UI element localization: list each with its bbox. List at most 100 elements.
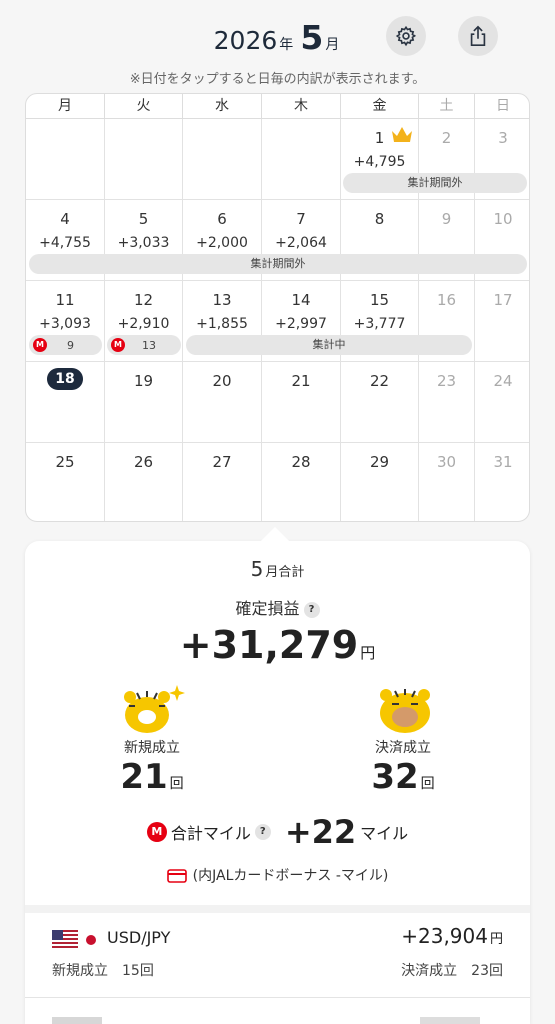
day-number: 12 (133, 291, 154, 309)
section-divider (25, 905, 530, 913)
pair-settle-value: 23回 (471, 963, 503, 979)
calendar-day-31[interactable]: 31 (475, 443, 529, 521)
gear-icon (395, 25, 417, 47)
daily-profit: +2,000 (196, 235, 248, 251)
calendar-day-21[interactable]: 21 (262, 362, 341, 443)
tiger-mascot-icon (124, 685, 185, 733)
tap-hint: ※日付をタップすると日毎の内訳が表示されます。 (129, 72, 426, 87)
summary-month: 5 月合計 (25, 557, 530, 581)
share-button[interactable] (458, 16, 498, 56)
settled-orders-value: 32 回 (343, 757, 463, 797)
day-number: 28 (291, 453, 311, 471)
day-number: 8 (374, 210, 385, 228)
weekday-mon: 月 (26, 94, 105, 119)
day-number: 31 (493, 453, 513, 471)
daily-profit: +2,997 (275, 316, 327, 332)
day-number: 2 (441, 129, 452, 147)
calendar-day-26[interactable]: 26 (105, 443, 183, 521)
realized-pl-amount: +31,279 (179, 623, 359, 667)
us-flag-icon (52, 930, 78, 948)
pair-new-orders: 新規成立 15回 (52, 960, 154, 980)
calendar-day-24[interactable]: 24 (475, 362, 529, 443)
calendar: 月 火 水 木 金 土 日 1 +4,795 2 3 4 +4,755 5 +3,033 6 +2… (25, 93, 530, 522)
day-number: 20 (212, 372, 232, 390)
new-orders-value: 21 回 (92, 757, 212, 797)
jal-card-bonus: (内JALカードボーナス -マイル) (25, 865, 530, 885)
day-number: 17 (493, 291, 513, 309)
miles-unit: マイル (360, 824, 409, 843)
weekday-fri: 金 (341, 94, 419, 119)
calendar-day-19[interactable]: 19 (105, 362, 183, 443)
calendar-day-22[interactable]: 22 (341, 362, 419, 443)
pair-name: USD/JPY (107, 928, 171, 947)
month: 5 (300, 18, 324, 57)
weekday-sat: 土 (419, 94, 475, 119)
day-number: 15 (369, 291, 390, 309)
header: 2026 年 5月 ※日付をタップすると日毎の内訳が表示されます。 (0, 0, 555, 92)
settled-orders-count: 32 (371, 757, 419, 797)
pair-profit: +23,904 円 (401, 924, 503, 948)
calendar-day-27[interactable]: 27 (183, 443, 262, 521)
total-miles: M 合計マイル? +22 マイル (25, 813, 530, 851)
weekday-tue: 火 (105, 94, 183, 119)
currency-pair-row[interactable]: USD/JPY +23,904 円 新規成立 15回 決済成立 23回 (25, 913, 530, 997)
jp-flag-icon (86, 935, 96, 945)
out-of-period-band: 集計期間外 (343, 173, 527, 193)
next-pair-flag-icon (52, 1017, 102, 1024)
calendar-day-18[interactable]: 18 (26, 362, 105, 443)
crown-icon (392, 127, 412, 142)
mile-chip[interactable]: M 9 (29, 335, 102, 355)
day-number: 16 (436, 291, 457, 309)
jal-mile-icon: M (33, 338, 47, 352)
calendar-day-23[interactable]: 23 (419, 362, 475, 443)
settings-button[interactable] (386, 16, 426, 56)
mile-chip[interactable]: M 13 (107, 335, 181, 355)
day-number: 25 (55, 453, 75, 471)
daily-profit: +2,064 (275, 235, 327, 251)
year: 2026 (213, 26, 278, 55)
new-orders-label: 新規成立 (124, 740, 180, 756)
summary-month-number: 5 (250, 557, 264, 581)
month-unit: 月 (325, 37, 340, 53)
day-number: 18 (26, 368, 104, 390)
day-number: 19 (133, 372, 154, 390)
yen-unit: 円 (489, 932, 503, 947)
day-number: 24 (493, 372, 513, 390)
day-number: 7 (296, 210, 306, 228)
day-number: 26 (133, 453, 154, 471)
day-number: 6 (217, 210, 227, 228)
day-number: 4 (60, 210, 70, 228)
calendar-empty-cell (105, 119, 183, 200)
day-number: 14 (291, 291, 311, 309)
day-number: 22 (369, 372, 390, 390)
total-miles-label: 合計マイル (170, 824, 251, 843)
month-summary: 5 月合計 確定損益? +31,279 円 新規成立 21 回 決済成立 32 回 M合… (25, 526, 530, 1024)
calendar-day-30[interactable]: 30 (419, 443, 475, 521)
day-number: 11 (55, 291, 75, 309)
row-divider (25, 997, 530, 998)
jal-card-bonus-text: (内JALカードボーナス -マイル) (192, 868, 389, 884)
calendar-day-29[interactable]: 29 (341, 443, 419, 521)
pair-new-label: 新規成立 (52, 963, 108, 979)
help-icon[interactable]: ? (254, 824, 271, 840)
day-number: 21 (291, 372, 311, 390)
calendar-day-20[interactable]: 20 (183, 362, 262, 443)
daily-profit: +3,033 (117, 235, 170, 251)
jal-mile-icon: M (146, 822, 167, 842)
calendar-empty-cell (183, 119, 262, 200)
help-icon[interactable]: ? (303, 601, 320, 618)
count-unit: 回 (169, 776, 184, 792)
summary-pointer (260, 526, 290, 556)
realized-pl-value: +31,279 円 (25, 623, 530, 667)
total-miles-value: +22 (284, 813, 357, 851)
daily-profit: +4,795 (353, 154, 406, 170)
day-number: 27 (212, 453, 232, 471)
calendar-day-28[interactable]: 28 (262, 443, 341, 521)
day-number: 30 (436, 453, 457, 471)
calendar-day-25[interactable]: 25 (26, 443, 105, 521)
calendar-day-17[interactable]: 17 (475, 281, 529, 362)
pair-profit-amount: +23,904 (401, 924, 488, 948)
pair-settled-orders: 決済成立 23回 (401, 960, 503, 980)
weekday-wed: 水 (183, 94, 262, 119)
day-number: 3 (498, 129, 508, 147)
